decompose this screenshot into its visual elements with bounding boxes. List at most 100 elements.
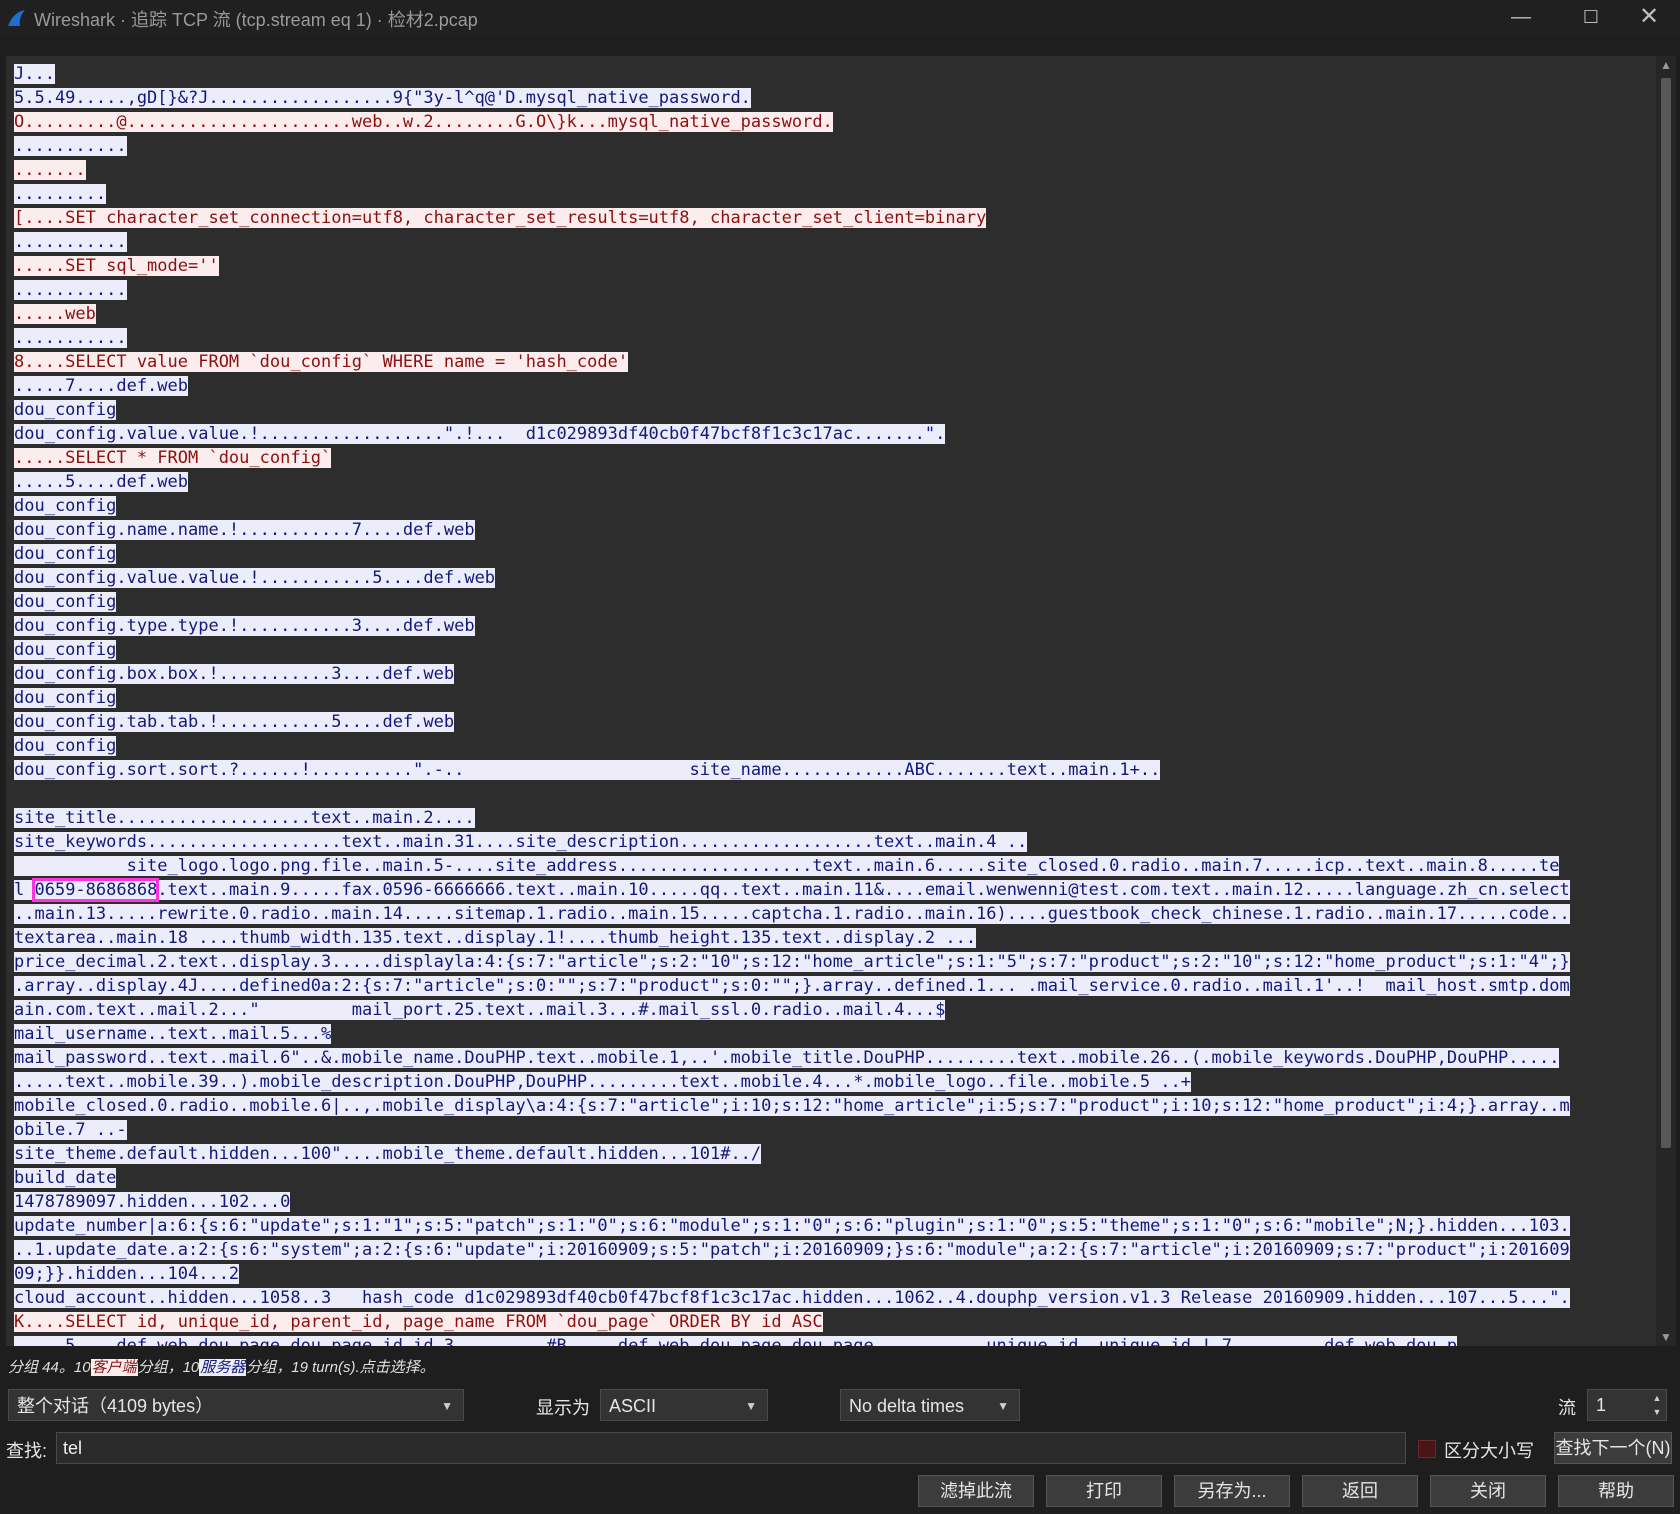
stream-line: update_number|a:6:{s:6:"update";s:1:"1";…: [14, 1214, 1652, 1238]
client-segment: .....SELECT * FROM `dou_config`: [14, 448, 332, 468]
stream-number-spinbox[interactable]: 1 ▲ ▼: [1587, 1389, 1667, 1421]
window-title: Wireshark · 追踪 TCP 流 (tcp.stream eq 1) ·…: [34, 10, 478, 30]
stream-line: .......: [14, 158, 1652, 182]
chevron-down-icon: ▼: [441, 1399, 453, 1413]
server-segment: .....text..mobile.39..).mobile_descripti…: [14, 1072, 1192, 1092]
conversation-select[interactable]: 整个对话（4109 bytes） ▼: [8, 1389, 464, 1421]
case-sensitive-label[interactable]: 区分大小写: [1444, 1437, 1534, 1463]
delta-times-value: No delta times: [849, 1396, 965, 1416]
server-segment: cloud_account..hidden...1058..3 hash_cod…: [14, 1288, 1570, 1308]
stream-status[interactable]: 分组 44。10客户端分组，10服务器分组，19 turn(s).点击选择。: [8, 1356, 435, 1377]
minimize-icon[interactable]: —: [1496, 0, 1546, 36]
stream-line: 09;}}.hidden...104...2: [14, 1262, 1652, 1286]
server-segment: ...........: [14, 136, 127, 156]
client-segment: .....SET sql_mode='': [14, 256, 219, 276]
scrollbar-thumb[interactable]: [1661, 78, 1671, 1148]
stream-line: mail_username..text..mail.5...%: [14, 1022, 1652, 1046]
show-as-label: 显示为: [536, 1398, 590, 1418]
client-segment: 8....SELECT value FROM `dou_config` WHER…: [14, 352, 629, 372]
server-segment: dou_config: [14, 688, 117, 708]
find-input[interactable]: tel: [56, 1432, 1406, 1464]
stream-line: cloud_account..hidden...1058..3 hash_cod…: [14, 1286, 1652, 1310]
client-badge[interactable]: 客户端: [90, 1359, 138, 1376]
vertical-scrollbar[interactable]: ▲ ▼: [1656, 56, 1676, 1346]
wireshark-fin-icon: [8, 10, 25, 26]
server-segment: dou_config.type.type.!...........3....de…: [14, 616, 475, 636]
stream-line: dou_config: [14, 590, 1652, 614]
search-match: 0659-8686868: [32, 878, 160, 902]
stream-line: dou_config: [14, 686, 1652, 710]
stream-line: .....web: [14, 302, 1652, 326]
server-segment: dou_config: [14, 640, 117, 660]
stream-line: ...........: [14, 326, 1652, 350]
stream-line: ...........: [14, 230, 1652, 254]
stream-line: .....5....def.web: [14, 470, 1652, 494]
find-next-button[interactable]: 查找下一个(N): [1554, 1432, 1672, 1464]
server-segment: obile.7 ..-: [14, 1120, 127, 1140]
help-button[interactable]: 帮助: [1558, 1475, 1674, 1507]
stream-line: dou_config: [14, 542, 1652, 566]
close-icon[interactable]: ✕: [1624, 0, 1674, 36]
server-segment: update_number|a:6:{s:6:"update";s:1:"1";…: [14, 1216, 1570, 1236]
server-badge[interactable]: 服务器: [199, 1359, 247, 1376]
stream-line: dou_config.value.value.!................…: [14, 422, 1652, 446]
stream-line: dou_config: [14, 494, 1652, 518]
stream-line: .....7....def.web: [14, 374, 1652, 398]
server-segment: .text..main.9.....fax.0596-6666666.text.…: [157, 880, 1570, 900]
stream-line: [14, 782, 1652, 806]
stream-line: .....text..mobile.39..).mobile_descripti…: [14, 1070, 1652, 1094]
stream-line: .....5....def.web.dou_page.dou_page.id.i…: [14, 1334, 1652, 1346]
print-button[interactable]: 打印: [1046, 1475, 1162, 1507]
stream-line: site_logo.logo.png.file..main.5-....site…: [14, 854, 1652, 878]
stream-line: dou_config: [14, 734, 1652, 758]
server-segment: dou_config: [14, 496, 117, 516]
stream-line: ...........: [14, 278, 1652, 302]
scroll-up-icon[interactable]: ▲: [1656, 56, 1676, 74]
stream-line: dou_config.sort.sort.?......!.........."…: [14, 758, 1652, 782]
stream-line: dou_config.type.type.!...........3....de…: [14, 614, 1652, 638]
server-segment: price_decimal.2.text..display.3.....disp…: [14, 952, 1570, 972]
server-segment: 09;}}.hidden...104...2: [14, 1264, 240, 1284]
filter-out-stream-button[interactable]: 滤掉此流: [918, 1475, 1034, 1507]
server-segment: dou_config: [14, 592, 117, 612]
server-segment: 1478789097.hidden...102...0: [14, 1192, 291, 1212]
server-segment: ...........: [14, 232, 127, 252]
close-button[interactable]: 关闭: [1430, 1475, 1546, 1507]
server-segment: site_title...................text..main.…: [14, 808, 475, 828]
delta-times-select[interactable]: No delta times ▼: [840, 1389, 1020, 1421]
stream-line: .....SELECT * FROM `dou_config`: [14, 446, 1652, 470]
stream-number-label: 流: [1558, 1398, 1576, 1418]
stream-line: 1478789097.hidden...102...0: [14, 1190, 1652, 1214]
stream-line: mobile_closed.0.radio..mobile.6|..,.mobi…: [14, 1094, 1652, 1118]
server-segment: mail_password..text..mail.6"..&.mobile_n…: [14, 1048, 1560, 1068]
case-sensitive-checkbox[interactable]: [1418, 1440, 1436, 1458]
server-segment: dou_config.value.value.!................…: [14, 424, 946, 444]
maximize-icon[interactable]: ☐: [1566, 0, 1616, 36]
stream-line: dou_config.tab.tab.!...........5....def.…: [14, 710, 1652, 734]
server-segment: .....7....def.web: [14, 376, 188, 396]
stream-line: site_theme.default.hidden...100"....mobi…: [14, 1142, 1652, 1166]
server-segment: mobile_closed.0.radio..mobile.6|..,.mobi…: [14, 1096, 1570, 1116]
stream-text-area[interactable]: J... 5.5.49.....,gD[}&?J.................…: [6, 56, 1658, 1346]
server-segment: ..main.13.....rewrite.0.radio..main.14..…: [14, 904, 1570, 924]
stream-line: ...........: [14, 134, 1652, 158]
server-segment: build_date: [14, 1168, 117, 1188]
client-segment: .....web: [14, 304, 96, 324]
show-as-select[interactable]: ASCII ▼: [600, 1389, 768, 1421]
stream-content: J... 5.5.49.....,gD[}&?J.................…: [14, 62, 1652, 1346]
spin-down-icon[interactable]: ▼: [1650, 1405, 1664, 1419]
server-segment: J...: [14, 64, 55, 84]
save-as-button[interactable]: 另存为...: [1174, 1475, 1290, 1507]
stream-line: textarea..main.18 ....thumb_width.135.te…: [14, 926, 1652, 950]
stream-line: ..1.update_date.a:2:{s:6:"system";a:2:{s…: [14, 1238, 1652, 1262]
spin-up-icon[interactable]: ▲: [1650, 1391, 1664, 1405]
server-segment: .array..display.4J....defined0a:2:{s:7:"…: [14, 976, 1570, 996]
scroll-down-icon[interactable]: ▼: [1656, 1328, 1676, 1346]
stream-line: dou_config: [14, 638, 1652, 662]
back-button[interactable]: 返回: [1302, 1475, 1418, 1507]
server-segment: 5.5.49.....,gD[}&?J..................9{"…: [14, 88, 751, 108]
server-segment: site_keywords...................text..ma…: [14, 832, 1028, 852]
server-segment: site_theme.default.hidden...100"....mobi…: [14, 1144, 762, 1164]
client-segment: [....SET character_set_connection=utf8, …: [14, 208, 987, 228]
server-segment: dou_config.box.box.!...........3....def.…: [14, 664, 455, 684]
